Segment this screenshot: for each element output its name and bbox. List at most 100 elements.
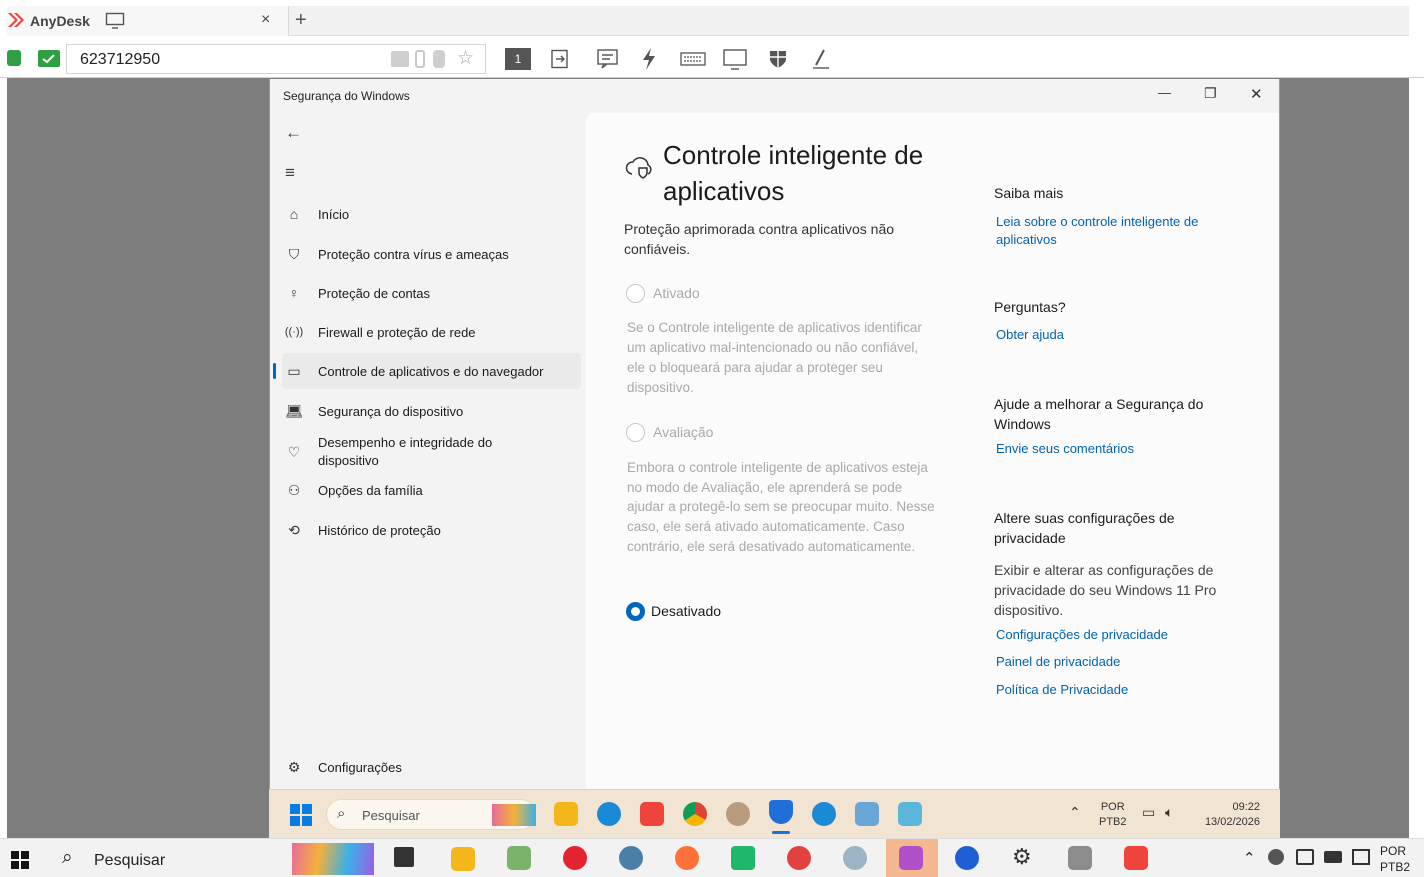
network-tool-icon[interactable]	[843, 846, 867, 870]
feedback-link[interactable]: Envie seus comentários	[996, 441, 1134, 456]
privacy-policy-link[interactable]: Política de Privacidade	[996, 682, 1128, 697]
new-tab-icon[interactable]: +	[295, 9, 307, 32]
monitor-number-button[interactable]: 1	[505, 48, 531, 70]
hamburger-menu-icon[interactable]: ≡	[285, 163, 295, 183]
snipping-tool-icon[interactable]	[899, 846, 923, 870]
back-arrow-icon[interactable]: ←	[285, 123, 302, 143]
remote-search-box[interactable]: ⌕ Pesquisar	[326, 799, 536, 830]
main-content-panel: Controle inteligente de aplicativos Prot…	[586, 113, 1279, 789]
anydesk-logo-icon	[8, 13, 24, 27]
tray-keyboard-icon[interactable]	[1324, 851, 1342, 863]
local-windows-start-icon[interactable]	[11, 851, 29, 869]
learn-more-link[interactable]: Leia sobre o controle inteligente de apl…	[996, 213, 1221, 249]
app-window-icon: ▭	[287, 362, 301, 379]
file-explorer-icon[interactable]	[554, 802, 578, 826]
tray-app-icon-2[interactable]	[1296, 849, 1314, 865]
get-help-link[interactable]: Obter ajuda	[996, 327, 1064, 342]
session-tab[interactable]: AnyDesk ×	[7, 6, 289, 36]
remote-time: 09:22	[1232, 801, 1260, 813]
radar-app-icon[interactable]	[787, 846, 811, 870]
tray-network-icon[interactable]	[1352, 849, 1370, 865]
privacy-settings-link[interactable]: Configurações de privacidade	[996, 627, 1168, 642]
sidebar-item-label: Opções da família	[318, 482, 423, 498]
anydesk-toolbar: 623712950 ☆ 1	[0, 40, 1424, 78]
sidebar-item-app-browser-control[interactable]: ▭ Controle de aplicativos e do navegador	[273, 353, 581, 389]
sidebar-item-virus[interactable]: ⛉ Proteção contra vírus e ameaças	[282, 236, 582, 272]
radio-ativado[interactable]	[626, 284, 645, 303]
database-icon[interactable]	[433, 50, 445, 68]
sidebar-item-performance[interactable]: ♡ Desempenho e integridade do dispositiv…	[282, 432, 582, 472]
sidebar-item-history[interactable]: ⟲ Histórico de proteção	[282, 512, 582, 548]
tray-app-icon-1[interactable]	[1268, 849, 1284, 865]
close-tab-icon[interactable]: ×	[261, 11, 270, 29]
network-icon[interactable]: ▭	[1142, 804, 1155, 821]
local-anydesk-icon[interactable]	[1124, 846, 1148, 870]
task-view-icon[interactable]	[394, 847, 414, 867]
minimize-button[interactable]: —	[1158, 85, 1171, 100]
permissions-shield-icon[interactable]	[768, 49, 788, 69]
opera-icon[interactable]	[563, 846, 587, 870]
radio-avaliacao[interactable]	[626, 423, 645, 442]
remote-desktop-icon[interactable]	[855, 802, 879, 826]
local-search-label[interactable]: Pesquisar	[94, 852, 165, 870]
local-taskbar: ⌕ Pesquisar ⚙ ⌃ POR PTB2	[0, 838, 1424, 877]
sidebar-item-firewall[interactable]: ((·)) Firewall e proteção de rede	[282, 314, 582, 350]
chat-icon[interactable]	[596, 48, 620, 70]
notepad-icon[interactable]	[507, 846, 531, 870]
sidebar-item-settings[interactable]: ⚙ Configurações	[282, 749, 582, 785]
settings-gear-icon[interactable]: ⚙	[1012, 844, 1032, 870]
remote-language-indicator[interactable]: POR PTB2	[1099, 800, 1127, 830]
sidebar-item-label: Proteção contra vírus e ameaças	[318, 246, 509, 262]
sidebar-item-contas[interactable]: ♀ Proteção de contas	[282, 275, 582, 311]
sidebar-item-label: Proteção de contas	[318, 285, 431, 301]
privacy-description: Exibir e alterar as configurações de pri…	[994, 562, 1217, 618]
play-app-icon[interactable]	[731, 846, 755, 870]
vpn-app-icon[interactable]	[619, 846, 643, 870]
favorite-star-icon[interactable]: ☆	[457, 47, 474, 70]
remote-lang-top: POR	[1100, 801, 1125, 813]
connection-status-icon	[7, 50, 21, 66]
sidebar-item-label: Histórico de proteção	[318, 522, 441, 538]
radio-desativado[interactable]	[626, 602, 645, 621]
local-lang-top: POR	[1380, 844, 1407, 858]
draw-pen-icon[interactable]	[811, 48, 831, 70]
anydesk-app-icon[interactable]	[640, 802, 664, 826]
local-file-explorer-icon[interactable]	[451, 847, 475, 871]
computer-app-icon[interactable]	[1068, 846, 1092, 870]
security-app-icon[interactable]	[955, 846, 979, 870]
file-transfer-icon[interactable]	[550, 49, 570, 69]
page-title-line2: aplicativos	[663, 176, 785, 206]
sync-app-icon[interactable]	[812, 802, 836, 826]
sidebar-item-device-security[interactable]: 💻︎ Segurança do dispositivo	[282, 393, 582, 429]
privacy-dashboard-link[interactable]: Painel de privacidade	[996, 654, 1120, 669]
keyboard-icon[interactable]	[680, 52, 706, 66]
local-language-indicator[interactable]: POR PTB2	[1380, 843, 1420, 877]
firefox-icon[interactable]	[675, 846, 699, 870]
chrome-icon[interactable]	[683, 802, 707, 826]
actions-lightning-icon[interactable]	[641, 47, 657, 71]
option-desc-ativado: Se o Controle inteligente de aplicativos…	[627, 320, 922, 395]
volume-icon[interactable]: 🔈︎	[1165, 804, 1173, 821]
restore-button[interactable]: ❐	[1204, 85, 1217, 102]
local-tray-chevron-icon[interactable]: ⌃	[1243, 849, 1256, 867]
display-icon[interactable]	[722, 48, 748, 70]
address-id: 623712950	[80, 51, 161, 68]
option-label-ativado: Ativado	[653, 285, 700, 301]
sidebar-item-inicio[interactable]: ⌂ Início	[282, 196, 582, 232]
family-icon: ⚇	[287, 481, 301, 498]
monitor-icon	[105, 12, 125, 29]
page-title-line1: Controle inteligente de	[663, 140, 924, 170]
close-window-button[interactable]: ✕	[1250, 85, 1263, 103]
address-field[interactable]: 623712950 ☆	[66, 44, 486, 74]
people-app-icon[interactable]	[726, 802, 750, 826]
tray-chevron-up-icon[interactable]: ⌃	[1069, 804, 1081, 821]
sidebar-item-family[interactable]: ⚇ Opções da família	[282, 472, 582, 508]
network-app-icon[interactable]	[898, 802, 922, 826]
windows-security-taskbar-icon[interactable]	[769, 800, 793, 824]
hourglass-icon[interactable]	[415, 50, 425, 68]
local-search-icon[interactable]: ⌕	[62, 847, 73, 869]
windows-start-icon[interactable]	[289, 803, 313, 827]
edge-browser-icon[interactable]	[597, 802, 621, 826]
screen-share-icon[interactable]	[391, 51, 409, 67]
remote-clock[interactable]: 09:22 13/02/2026	[1194, 800, 1260, 830]
